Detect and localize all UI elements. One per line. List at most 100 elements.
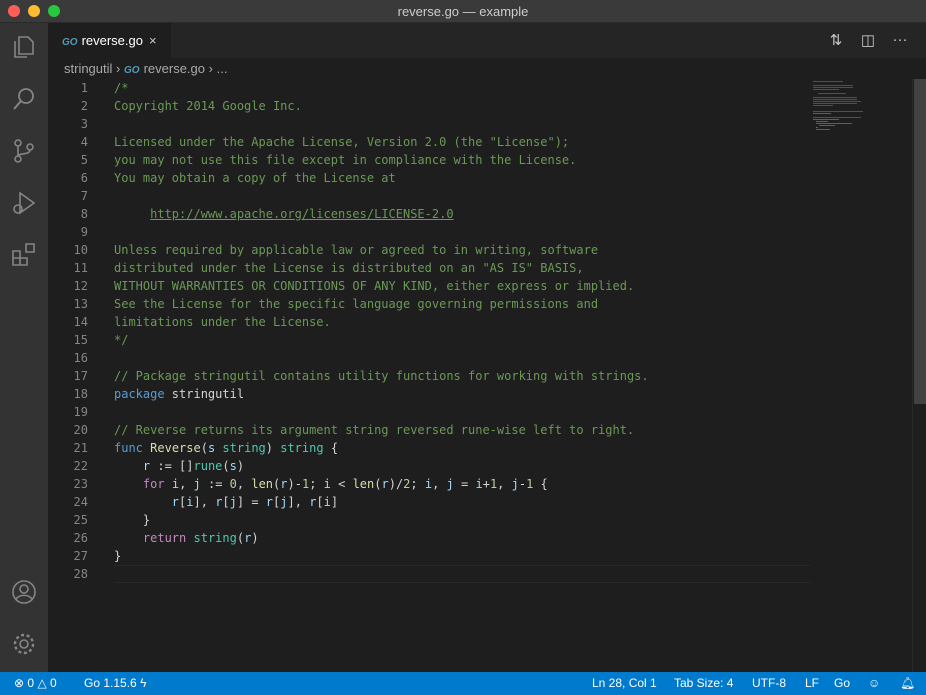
code-line[interactable]: package stringutil xyxy=(114,385,244,403)
code-line[interactable]: See the License for the specific languag… xyxy=(114,295,598,313)
source-control-icon[interactable] xyxy=(10,137,38,165)
breadcrumb-file[interactable]: reverse.go xyxy=(144,61,205,76)
line-number: 16 xyxy=(73,351,88,365)
code-token: { xyxy=(533,477,548,491)
code-token: i xyxy=(323,477,331,491)
chevron-right-icon: › xyxy=(208,61,213,76)
close-window-button[interactable] xyxy=(8,5,20,17)
search-icon[interactable] xyxy=(10,85,38,113)
line-number: 21 xyxy=(73,441,88,455)
extensions-icon[interactable] xyxy=(10,241,38,269)
code-line[interactable]: WITHOUT WARRANTIES OR CONDITIONS OF ANY … xyxy=(114,277,634,295)
code-token: rune xyxy=(193,459,223,473)
run-debug-icon[interactable] xyxy=(10,189,38,217)
code-token: you may not use this file except in comp… xyxy=(114,153,577,167)
chevron-right-icon: › xyxy=(116,61,121,76)
code-line[interactable]: You may obtain a copy of the License at xyxy=(114,169,396,187)
code-token: ( xyxy=(200,441,208,455)
code-line[interactable]: Copyright 2014 Google Inc. xyxy=(114,97,302,115)
line-number: 19 xyxy=(73,405,88,419)
code-token: len xyxy=(352,477,375,491)
line-number: 18 xyxy=(73,387,88,401)
code-token: , xyxy=(236,477,252,491)
code-line[interactable]: Licensed under the Apache License, Versi… xyxy=(114,133,569,151)
code-token: string xyxy=(193,531,237,545)
code-token: [ xyxy=(222,495,230,509)
code-line[interactable]: // Reverse returns its argument string r… xyxy=(114,421,634,439)
code-line[interactable]: Unless required by applicable law or agr… xyxy=(114,241,598,259)
code-token: ] = xyxy=(236,495,266,509)
breadcrumb-folder[interactable]: stringutil xyxy=(64,61,112,76)
code-token: ) xyxy=(236,459,245,473)
code-line[interactable]: http://www.apache.org/licenses/LICENSE-2… xyxy=(114,205,453,223)
language-mode[interactable]: Go xyxy=(834,672,850,695)
code-line[interactable]: for i, j := 0, len(r)-1; i < len(r)/2; i… xyxy=(114,475,548,493)
cursor-position[interactable]: Ln 28, Col 1 xyxy=(592,672,657,695)
problems-indicator[interactable]: ⊗ 0 △ 0 xyxy=(14,672,57,695)
breadcrumb-symbols[interactable]: ... xyxy=(217,61,228,76)
scrollbar-thumb[interactable] xyxy=(914,79,926,404)
code-editor[interactable]: 1 /* 2 Copyright 2014 Google Inc. 3 4 Licensed… xyxy=(48,79,810,672)
split-editor-icon[interactable]: ◫ xyxy=(859,31,877,49)
code-token: */ xyxy=(114,333,129,347)
code-line[interactable]: you may not use this file except in comp… xyxy=(114,151,576,169)
code-token: j xyxy=(229,495,237,509)
code-token: ) xyxy=(265,441,281,455)
account-icon[interactable] xyxy=(10,578,38,606)
line-number: 8 xyxy=(80,207,88,221)
minimap[interactable] xyxy=(810,79,910,159)
minimize-window-button[interactable] xyxy=(28,5,40,17)
line-number: 22 xyxy=(73,459,88,473)
line-number: 4 xyxy=(80,135,88,149)
maximize-window-button[interactable] xyxy=(48,5,60,17)
code-token: Licensed under the Apache License, Versi… xyxy=(114,135,570,149)
code-token: WITHOUT WARRANTIES OR CONDITIONS OF ANY … xyxy=(114,279,635,293)
code-line[interactable]: r := []rune(s) xyxy=(114,457,244,475)
code-line[interactable]: distributed under the License is distrib… xyxy=(114,259,584,277)
line-number: 2 xyxy=(80,99,88,113)
code-token: // Reverse returns its argument string r… xyxy=(114,423,635,437)
lightning-icon: ϟ xyxy=(140,676,147,690)
line-number: 12 xyxy=(73,279,88,293)
code-line[interactable]: } xyxy=(114,547,121,565)
license-link[interactable]: http://www.apache.org/licenses/LICENSE-2… xyxy=(150,207,453,221)
more-actions-icon[interactable]: ··· xyxy=(891,31,909,49)
end-of-line[interactable]: LF xyxy=(805,672,819,695)
warning-icon: △ xyxy=(37,676,47,690)
code-line[interactable]: return string(r) xyxy=(114,529,259,547)
line-number: 5 xyxy=(80,153,88,167)
settings-gear-icon[interactable] xyxy=(10,630,38,658)
code-line[interactable]: */ xyxy=(114,331,128,349)
code-line[interactable]: /* xyxy=(114,79,128,97)
code-token: j xyxy=(280,495,288,509)
code-line[interactable]: limitations under the License. xyxy=(114,313,331,331)
code-token: // Package stringutil contains utility f… xyxy=(114,369,649,383)
current-line-highlight xyxy=(114,565,810,583)
open-changes-icon[interactable]: ⇅ xyxy=(827,31,845,49)
code-token: ; xyxy=(309,477,324,491)
code-line[interactable]: r[i], r[j] = r[j], r[i] xyxy=(114,493,338,511)
encoding[interactable]: UTF-8 xyxy=(752,672,786,695)
editor-tabs: GO reverse.go × ⇅ ◫ ··· xyxy=(48,23,926,58)
close-tab-icon[interactable]: × xyxy=(149,33,157,48)
title-bar: reverse.go — example xyxy=(0,0,926,23)
code-line[interactable]: } xyxy=(114,511,150,529)
feedback-icon[interactable]: ☺ xyxy=(868,672,880,695)
tab-size[interactable]: Tab Size: 4 xyxy=(674,672,733,695)
code-line[interactable]: func Reverse(s string) string { xyxy=(114,439,338,457)
explorer-icon[interactable] xyxy=(10,33,38,61)
vertical-scrollbar[interactable] xyxy=(912,79,926,672)
code-token: := xyxy=(200,477,230,491)
code-line[interactable]: // Package stringutil contains utility f… xyxy=(114,367,649,385)
tab-reverse-go[interactable]: GO reverse.go × xyxy=(48,23,171,58)
line-number: 25 xyxy=(73,513,88,527)
code-token: Copyright 2014 Google Inc. xyxy=(114,99,302,113)
go-version[interactable]: Go 1.15.6 ϟ xyxy=(84,672,146,695)
notifications-bell-icon[interactable]: 🔔︎ xyxy=(900,672,915,695)
code-token: 0 xyxy=(229,477,237,491)
